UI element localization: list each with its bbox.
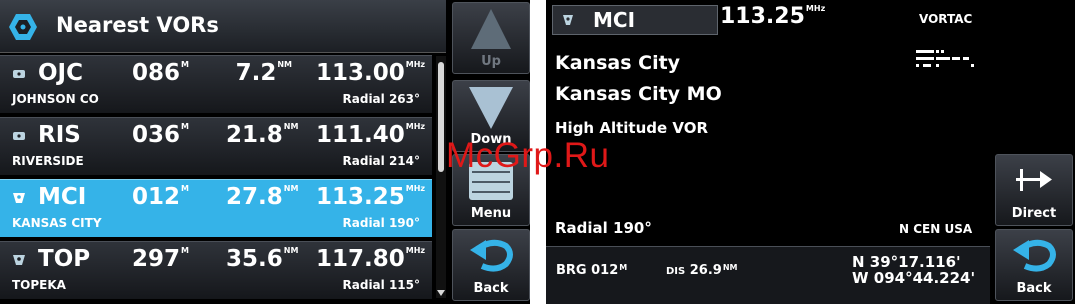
page-title: Nearest VORs — [56, 13, 219, 37]
waypoint-ident-field[interactable]: MCI — [552, 5, 718, 35]
distance: 35.6NM — [226, 246, 299, 272]
bearing: 086M — [132, 60, 189, 86]
vor-name: RIVERSIDE — [12, 154, 84, 168]
frequency: 113.00MHz — [316, 60, 426, 86]
vortac-icon — [13, 255, 25, 265]
list-item[interactable]: OJC JOHNSON CO 086M 7.2NM 113.00MHz Radi… — [0, 55, 432, 113]
vortac-icon — [563, 15, 573, 25]
distance: 21.8NM — [226, 122, 299, 148]
down-arrow-icon — [469, 87, 513, 129]
vor-name: TOPEKA — [12, 278, 66, 292]
up-button-label: Up — [481, 54, 501, 69]
direct-to-button[interactable]: Direct — [995, 154, 1073, 226]
vor-hexagon-icon — [9, 14, 37, 40]
softkey-column: Direct Back — [995, 0, 1075, 304]
radial: Radial 190° — [555, 219, 652, 237]
radial: Radial 263° — [342, 92, 420, 106]
vor-ident: RIS — [38, 122, 81, 148]
frequency: 117.80MHz — [316, 246, 426, 272]
menu-button-label: Menu — [470, 206, 512, 221]
vor-frequency: 113.25MHz — [720, 4, 826, 29]
title-bar: Nearest VORs — [0, 0, 446, 53]
vor-ident: MCI — [38, 184, 87, 210]
longitude: W 094°44.224' — [852, 269, 976, 287]
list-item-selected[interactable]: MCI KANSAS CITY 012M 27.8NM 113.25MHz Ra… — [0, 179, 432, 237]
facility-city: Kansas City MO — [555, 83, 722, 105]
scroll-down-arrow-icon — [437, 290, 445, 296]
frequency: 113.25MHz — [316, 184, 426, 210]
list-item[interactable]: TOP TOPEKA 297M 35.6NM 117.80MHz Radial … — [0, 241, 432, 299]
back-arrow-icon — [1013, 239, 1056, 272]
up-arrow-icon — [471, 9, 511, 49]
vor-name: JOHNSON CO — [12, 92, 99, 106]
vor-name: KANSAS CITY — [12, 216, 102, 230]
vor-icon — [13, 70, 25, 78]
vortac-icon — [13, 193, 25, 203]
region: N CEN USA — [899, 222, 973, 236]
back-button[interactable]: Back — [995, 229, 1073, 301]
list-scrollbar[interactable] — [436, 56, 446, 298]
vor-ident: TOP — [38, 246, 91, 272]
radial: Radial 214° — [342, 154, 420, 168]
bearing: 297M — [132, 246, 189, 272]
scroll-thumb[interactable] — [438, 62, 444, 172]
distance: DIS 26.9NM — [666, 263, 738, 278]
vor-icon — [13, 132, 25, 140]
radial: Radial 115° — [342, 278, 420, 292]
back-button-label: Back — [473, 281, 509, 296]
direct-to-label: Direct — [1011, 206, 1057, 221]
waypoint-ident: MCI — [593, 8, 636, 32]
back-arrow-icon — [470, 239, 513, 272]
list-item[interactable]: RIS RIVERSIDE 036M 21.8NM 111.40MHz Radi… — [0, 117, 432, 175]
radial: Radial 190° — [342, 216, 420, 230]
watermark: McGrp.Ru — [446, 136, 610, 175]
distance: 27.8NM — [226, 184, 299, 210]
direct-to-icon — [1016, 169, 1052, 191]
facility-name: Kansas City — [555, 52, 681, 74]
bearing: 036M — [132, 122, 189, 148]
vor-info-screen: MCI 113.25MHz VORTAC Kansas City Kansas … — [546, 0, 1075, 304]
distance: 7.2NM — [235, 60, 292, 86]
up-button[interactable]: Up — [452, 2, 530, 74]
nearest-vor-list: OJC JOHNSON CO 086M 7.2NM 113.00MHz Radi… — [0, 55, 432, 303]
facility-type: VORTAC — [919, 12, 973, 26]
back-button-label: Back — [1016, 281, 1052, 296]
frequency: 111.40MHz — [316, 122, 426, 148]
bearing: BRG 012M — [556, 263, 628, 278]
position-info-bar: BRG 012M DIS 26.9NM N 39°17.116' W 094°4… — [546, 247, 990, 304]
facility-class: High Altitude VOR — [555, 119, 709, 137]
morse-code-icon — [916, 50, 974, 67]
back-button[interactable]: Back — [452, 229, 530, 301]
vor-ident: OJC — [38, 60, 83, 86]
bearing: 012M — [132, 184, 189, 210]
